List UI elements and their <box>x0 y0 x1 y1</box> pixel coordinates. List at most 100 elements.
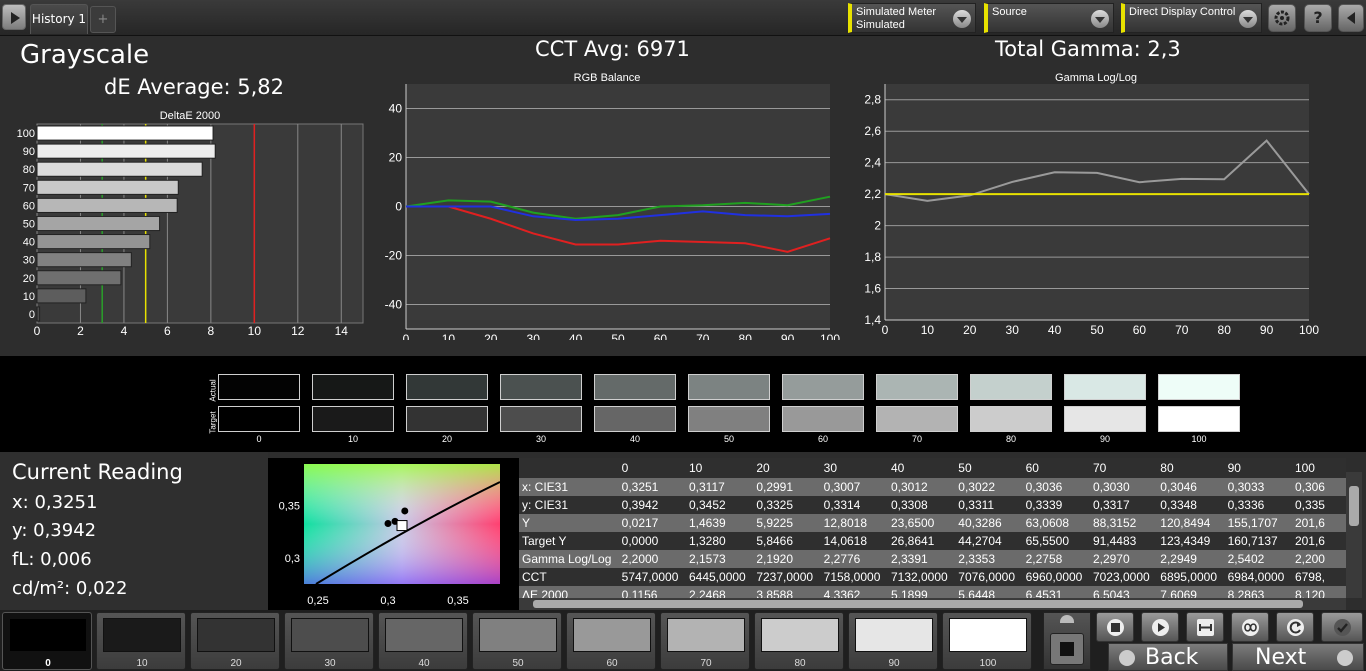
table-cell: 0,3336 <box>1227 498 1265 512</box>
y-tick-label: -40 <box>385 298 403 312</box>
table-cell: 123,4349 <box>1160 534 1211 548</box>
x-tick-label: 60 <box>654 332 668 340</box>
patch-button-70[interactable]: 70 <box>660 612 750 670</box>
x-tick-label: 14 <box>335 324 349 338</box>
table-cell: 2,3391 <box>887 550 956 568</box>
table-vertical-scrollbar[interactable] <box>1346 472 1362 598</box>
play-icon[interactable] <box>2 4 26 30</box>
play-button[interactable] <box>1141 612 1179 642</box>
refresh-button[interactable] <box>1276 612 1314 642</box>
tab-history-1[interactable]: History 1 <box>30 4 88 34</box>
plot-area <box>885 84 1309 320</box>
patch-color <box>103 618 181 652</box>
table-cell: 2,5402 <box>1224 550 1292 568</box>
table-cell: 155,1707 <box>1224 514 1292 532</box>
x-tick-label: 80 <box>1218 323 1232 337</box>
bar <box>36 270 122 286</box>
patch-color <box>385 618 463 652</box>
patch-button-20[interactable]: 20 <box>190 612 280 670</box>
swatch-label: 100 <box>1191 434 1207 444</box>
patch-color <box>573 618 651 652</box>
table-cell: 2,2758 <box>1022 550 1090 568</box>
bar <box>36 125 214 141</box>
table-cell: 12,8018 <box>820 514 888 532</box>
x-tick-label: 6 <box>164 324 171 338</box>
collapse-left-icon[interactable] <box>1338 4 1364 32</box>
swatch-label: 50 <box>723 434 734 444</box>
patch-button-40[interactable]: 40 <box>378 612 468 670</box>
patch-button-100[interactable]: 100 <box>942 612 1032 670</box>
x-tick-label: 0,25 <box>307 595 328 607</box>
column-header: 80 <box>1157 458 1225 478</box>
check-button[interactable] <box>1321 612 1363 642</box>
actual-swatch <box>782 374 864 400</box>
source-dropdown[interactable]: Source <box>984 3 1114 33</box>
cct-average: CCT Avg: 6971 <box>535 37 690 61</box>
target-swatch <box>500 406 582 432</box>
actual-swatch <box>218 374 300 400</box>
measure-range-button[interactable] <box>1186 612 1224 642</box>
table-cell: 160,7137 <box>1227 534 1278 548</box>
column-header: 20 <box>753 458 821 478</box>
patch-label: 60 <box>606 658 618 669</box>
y-tick-label: 1,4 <box>864 313 881 327</box>
table-cell: 7076,0000 <box>958 570 1016 584</box>
target-swatch <box>1064 406 1146 432</box>
patch-button-30[interactable]: 30 <box>284 612 374 670</box>
calman-window: History 1 + Simulated Meter Simulated So… <box>0 0 1366 671</box>
table-row: x: CIE31 0,3251 0,3117 0,2991 0,3007 0,3012 0,… <box>519 478 1346 496</box>
y-tick-label: 40 <box>389 102 403 116</box>
y-tick-label: 2 <box>874 219 881 233</box>
table-cell: 7158,0000 <box>823 570 881 584</box>
table-cell: 5747,0000 <box>621 570 679 584</box>
patch-label: 0 <box>45 658 51 669</box>
table-cell: 7237,0000 <box>756 570 814 584</box>
patch-button-60[interactable]: 60 <box>566 612 656 670</box>
bar <box>36 143 216 159</box>
continuous-button[interactable] <box>1231 612 1269 642</box>
table-cell: 0,3251 <box>618 478 686 496</box>
bar <box>36 197 178 213</box>
current-reading-title: Current Reading <box>12 460 183 484</box>
table-cell: 0,3311 <box>958 498 995 512</box>
back-button[interactable]: Back <box>1108 643 1228 671</box>
table-cell: 6445,0000 <box>688 570 746 584</box>
stop-button[interactable] <box>1050 633 1084 665</box>
target-swatch <box>312 406 394 432</box>
target-swatch <box>218 406 300 432</box>
chart-title: RGB Balance <box>574 72 641 84</box>
x-tick-label: 80 <box>739 332 753 340</box>
bar <box>36 252 132 268</box>
gamma-chart: Gamma Log/Log 2,8 2,6 2,4 2,2 2 1,8 1,6 1,40 10 20… <box>864 72 1319 337</box>
y-tick-label: 100 <box>17 128 35 140</box>
patch-button-50[interactable]: 50 <box>472 612 562 670</box>
patch-button-90[interactable]: 90 <box>848 612 938 670</box>
swatch-label: 80 <box>1005 434 1016 444</box>
add-tab-button[interactable]: + <box>90 6 116 33</box>
patch-button-80[interactable]: 80 <box>754 612 844 670</box>
table-cell: 2,200 <box>1291 550 1346 568</box>
patch-label: 40 <box>418 658 430 669</box>
next-button[interactable]: Next <box>1232 643 1364 671</box>
y-tick-label: 2,6 <box>864 124 881 138</box>
row-label: CCT <box>522 570 547 584</box>
column-header: 0 <box>618 458 686 478</box>
patch-button-0[interactable]: 0 <box>2 612 92 670</box>
actual-swatch <box>1064 374 1146 400</box>
table-horizontal-scrollbar[interactable] <box>519 598 1346 610</box>
table-cell: 65,5500 <box>1025 534 1070 548</box>
rgb-balance-chart: RGB Balance 40 20 0 -20 -40 0 10 20 30 40 50 60 70 80 9… <box>385 72 841 340</box>
chevron-up-icon[interactable] <box>1060 615 1074 623</box>
record-button[interactable] <box>1096 612 1134 642</box>
x-tick-label: 30 <box>527 332 541 340</box>
meter-dropdown[interactable]: Simulated Meter Simulated <box>848 3 976 33</box>
patch-button-10[interactable]: 10 <box>96 612 186 670</box>
display-control-dropdown[interactable]: Direct Display Control <box>1121 3 1262 33</box>
gear-icon[interactable] <box>1268 4 1296 32</box>
actual-swatch <box>876 374 958 400</box>
actual-row-label: Actual <box>208 379 218 402</box>
column-header: 90 <box>1224 458 1292 478</box>
top-toolbar: History 1 + Simulated Meter Simulated So… <box>0 0 1366 36</box>
help-icon[interactable]: ? <box>1304 4 1332 32</box>
table-cell: 2,3353 <box>955 550 1023 568</box>
